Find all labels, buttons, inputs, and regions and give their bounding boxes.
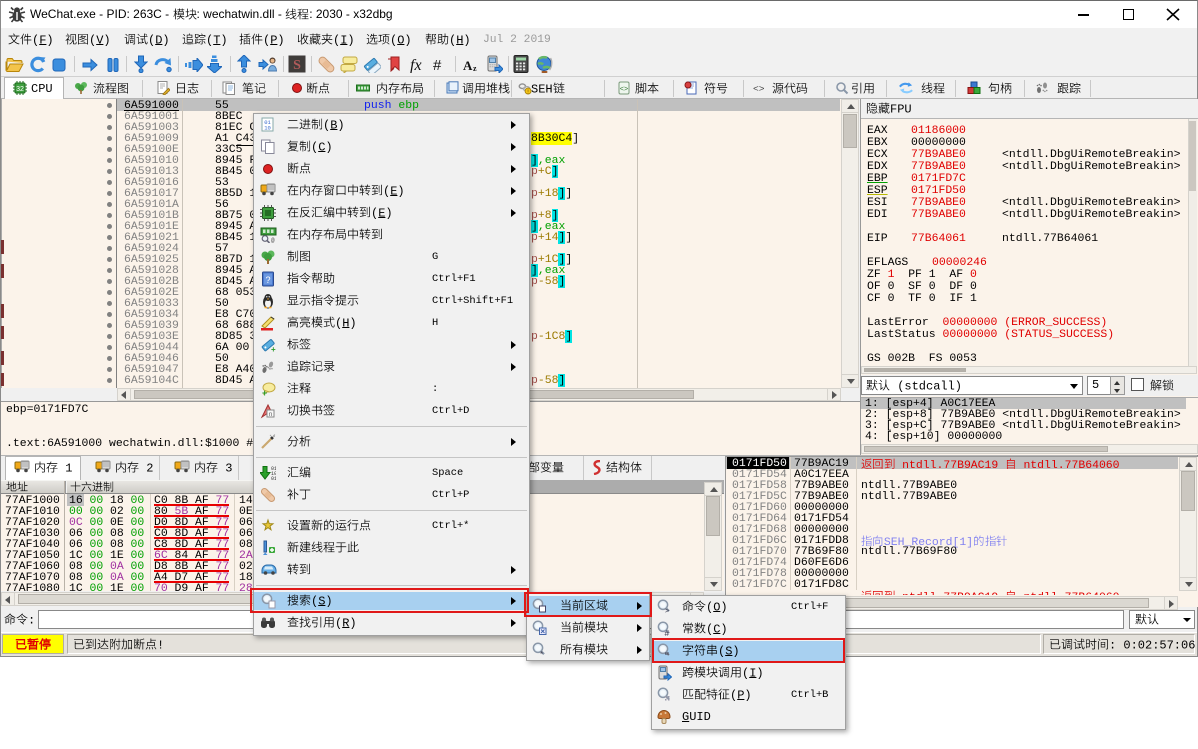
svg-text:<>: <> [620,86,628,94]
svg-text:S: S [293,58,301,73]
svg-text:@: @ [271,237,275,243]
svg-text:>: > [665,608,669,615]
svg-text:+: + [271,345,276,353]
svg-text:n: n [269,412,272,418]
svg-text:?: ? [265,275,270,285]
svg-text:<>: <> [753,84,765,95]
svg-text:01: 01 [271,476,276,481]
svg-text:32: 32 [16,86,24,93]
svg-text:z: z [473,64,477,73]
svg-text:#: # [665,629,670,638]
svg-text:fx: fx [410,57,422,73]
svg-text:A: A [463,58,473,73]
svg-text:10: 10 [264,125,271,132]
svg-text:*: * [540,650,543,659]
svg-text:#: # [433,57,442,73]
svg-text:+: + [262,388,267,397]
